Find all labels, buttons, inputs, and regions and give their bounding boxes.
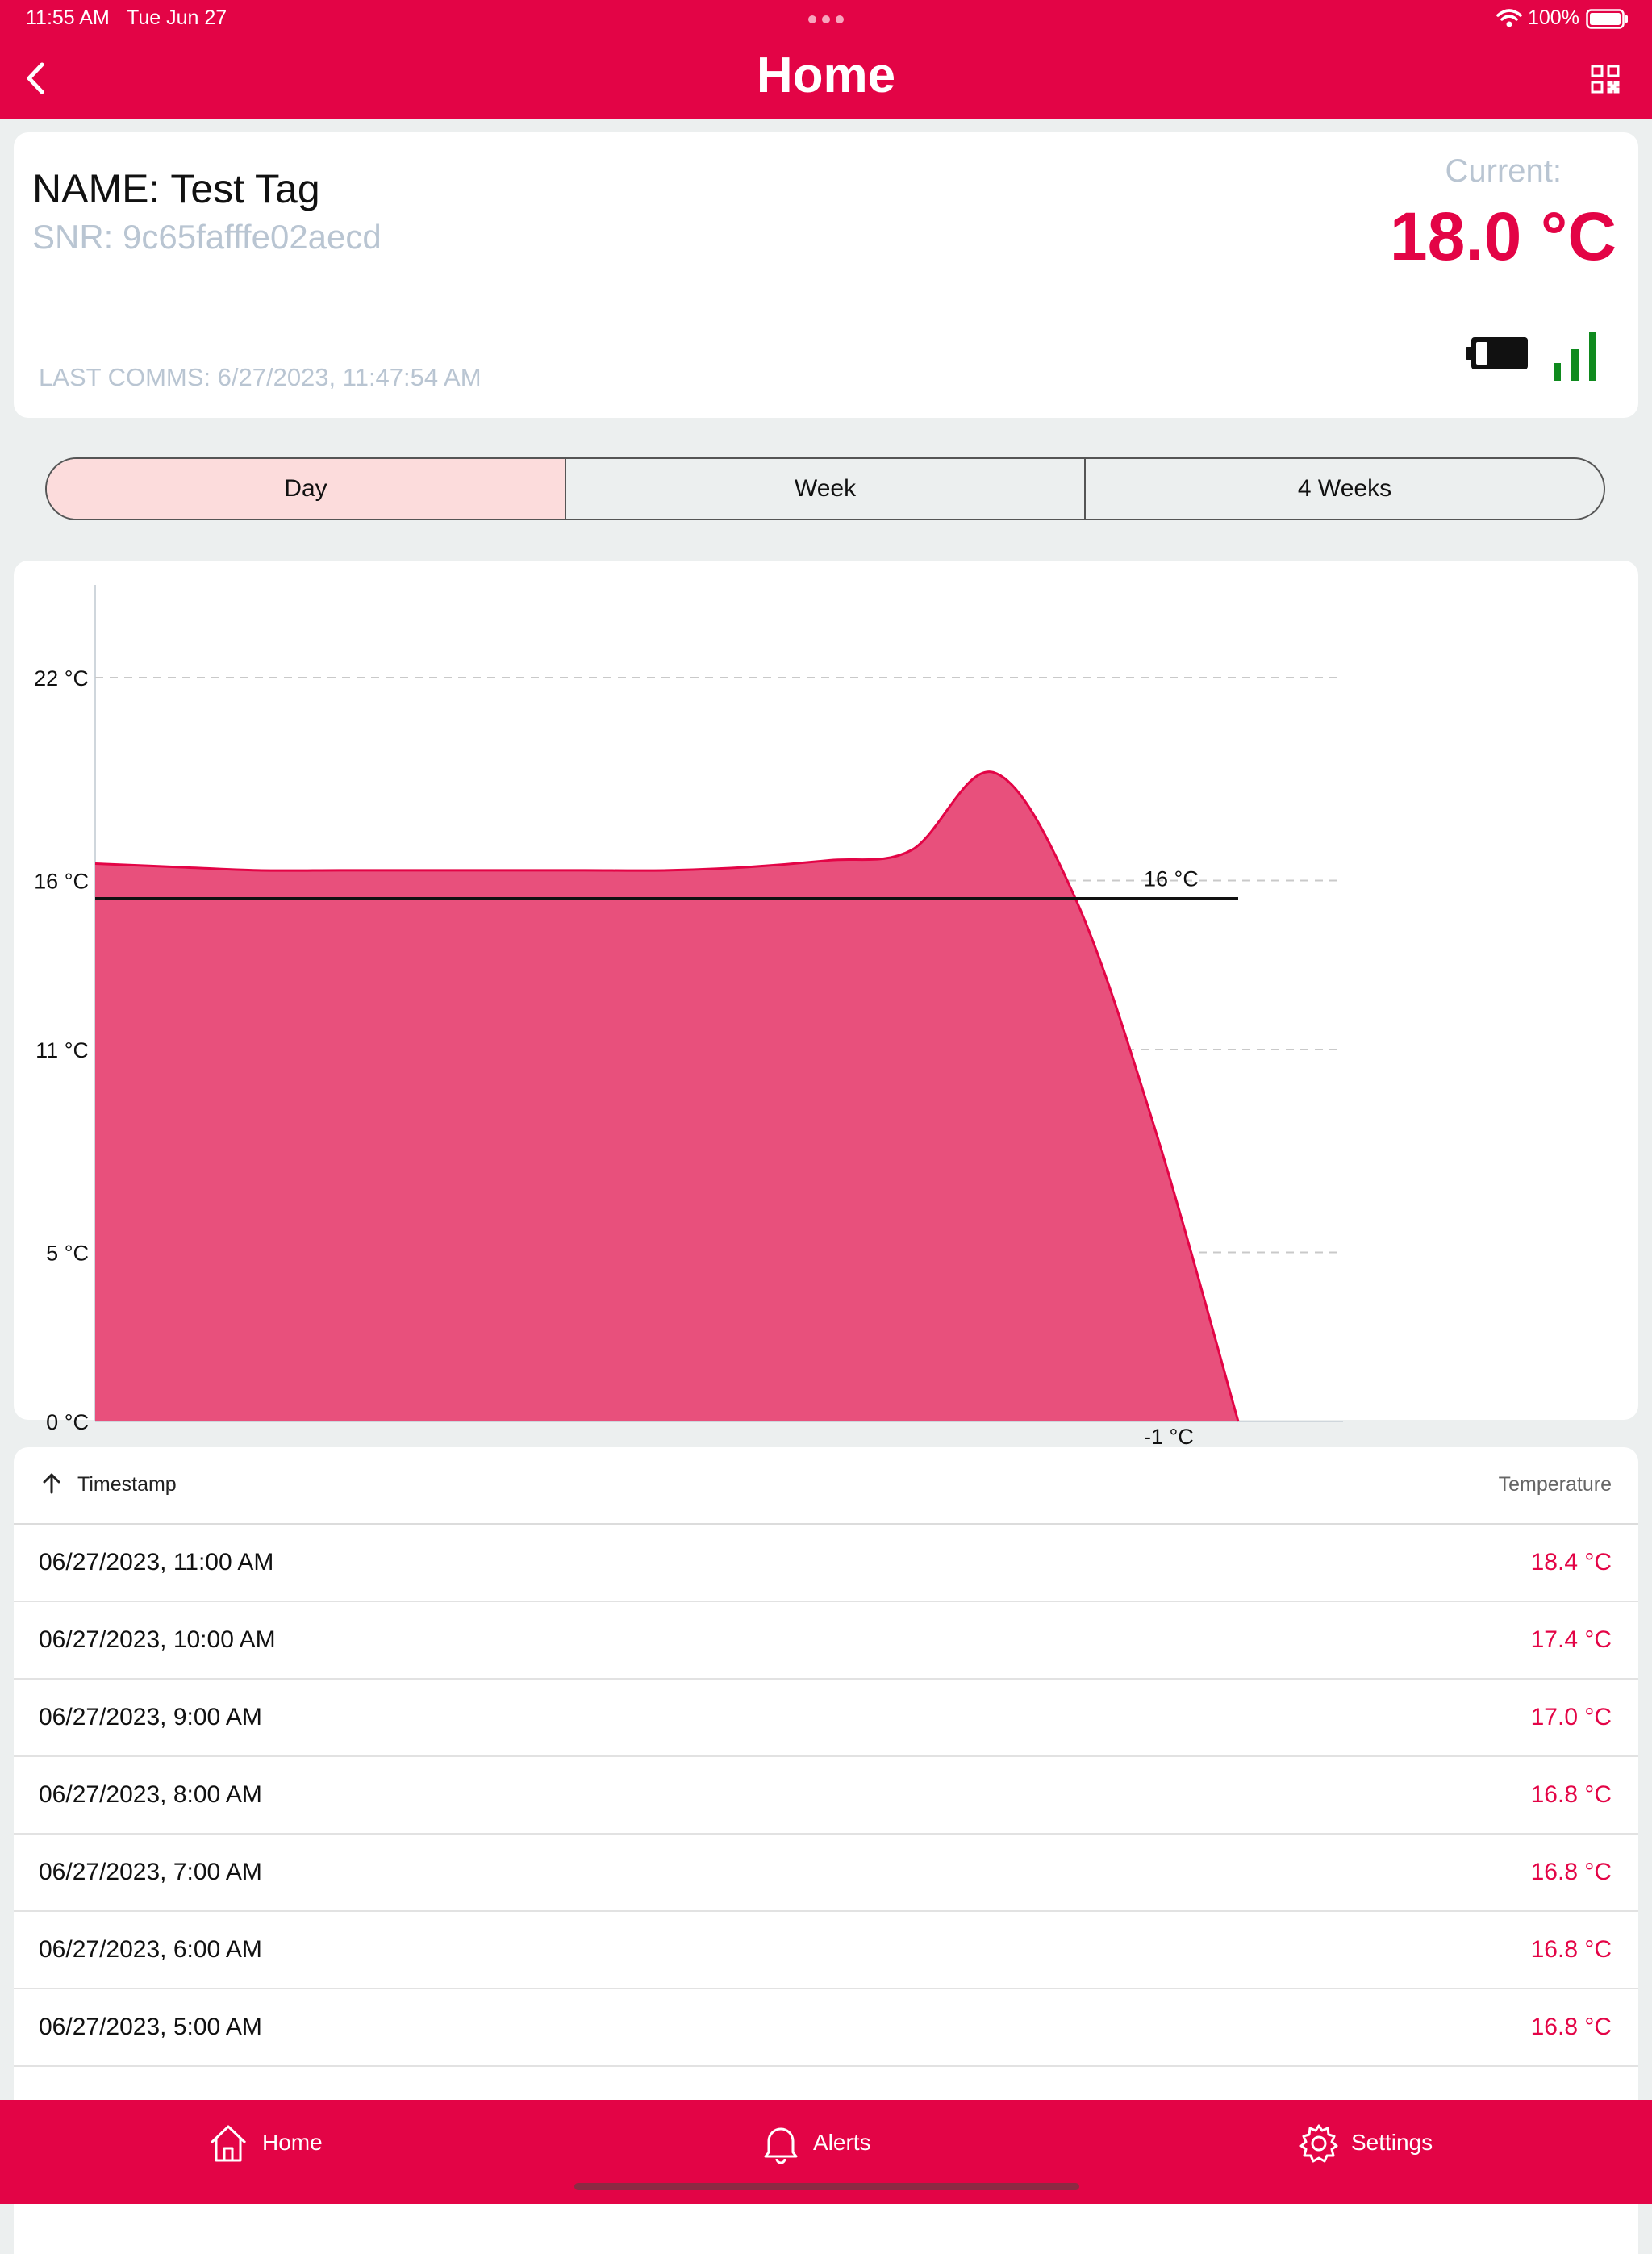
page-title: Home: [756, 48, 896, 103]
segment-day[interactable]: Day: [47, 459, 566, 519]
status-time: 11:55 AM: [26, 6, 110, 29]
table-row[interactable]: 06/27/2023, 10:00 AM 17.4 °C: [14, 1602, 1638, 1680]
last-comms: LAST COMMS: 6/27/2023, 11:47:54 AM: [39, 363, 482, 391]
table-row[interactable]: 06/27/2023, 5:00 AM 16.8 °C: [14, 1989, 1638, 2067]
y-tick-label: 5 °C: [46, 1241, 89, 1265]
row-timestamp: 06/27/2023, 6:00 AM: [39, 1936, 262, 1963]
qr-code-icon[interactable]: [1591, 65, 1620, 98]
current-temperature: 18.0 °C: [1389, 198, 1617, 274]
gear-icon[interactable]: [1299, 2123, 1339, 2168]
row-temperature: 17.4 °C: [1530, 1626, 1612, 1653]
min-value-label: -1 °C: [1144, 1425, 1194, 1449]
table-row[interactable]: 06/27/2023, 6:00 AM 16.8 °C: [14, 1912, 1638, 1989]
current-label: Current:: [1445, 153, 1562, 189]
battery-percent: 100%: [1528, 6, 1579, 29]
reference-line-label: 16 °C: [1144, 866, 1199, 891]
tag-serial-number: SNR: 9c65fafffe02aecd: [32, 218, 382, 256]
row-temperature: 18.4 °C: [1530, 1549, 1612, 1576]
row-temperature: 16.8 °C: [1530, 1781, 1612, 1808]
signal-strength-icon: [1552, 331, 1600, 386]
sort-ascending-icon[interactable]: [42, 1473, 61, 1498]
row-temperature: 17.0 °C: [1530, 1704, 1612, 1730]
row-temperature: 16.8 °C: [1530, 1936, 1612, 1963]
bell-icon[interactable]: [762, 2123, 799, 2168]
row-temperature: 16.8 °C: [1530, 2014, 1612, 2040]
segment-4-weeks[interactable]: 4 Weeks: [1086, 459, 1604, 519]
status-date: Tue Jun 27: [127, 6, 227, 29]
row-temperature: 16.8 °C: [1530, 1859, 1612, 1885]
y-tick-label: 11 °C: [35, 1038, 89, 1062]
row-timestamp: 06/27/2023, 5:00 AM: [39, 2014, 262, 2040]
tag-name: NAME: Test Tag: [32, 166, 320, 211]
row-timestamp: 06/27/2023, 10:00 AM: [39, 1626, 276, 1653]
home-indicator: [574, 2183, 1079, 2190]
row-timestamp: 06/27/2023, 8:00 AM: [39, 1781, 262, 1808]
column-header-timestamp[interactable]: Timestamp: [77, 1473, 177, 1496]
table-row[interactable]: 06/27/2023, 9:00 AM 17.0 °C: [14, 1680, 1638, 1757]
row-timestamp: 06/27/2023, 7:00 AM: [39, 1859, 262, 1885]
wifi-icon: [1496, 9, 1522, 32]
table-row[interactable]: 06/27/2023, 8:00 AM 16.8 °C: [14, 1757, 1638, 1835]
period-segmented-control: Day Week 4 Weeks: [45, 457, 1605, 520]
home-icon[interactable]: [208, 2123, 248, 2168]
tab-alerts[interactable]: Alerts: [813, 2130, 871, 2156]
row-timestamp: 06/27/2023, 9:00 AM: [39, 1704, 262, 1730]
y-tick-label: 16 °C: [34, 869, 89, 893]
multitask-dots-icon[interactable]: [807, 14, 845, 28]
battery-low-icon: [1465, 334, 1529, 377]
battery-icon: [1586, 9, 1629, 33]
table-header: [14, 1447, 1638, 1525]
tab-settings[interactable]: Settings: [1351, 2130, 1433, 2156]
segment-week[interactable]: Week: [566, 459, 1086, 519]
temperature-chart: 22 °C 16 °C 11 °C 5 °C 0 °C 16 °C -1 °C: [34, 585, 1343, 1449]
table-row[interactable]: 06/27/2023, 7:00 AM 16.8 °C: [14, 1835, 1638, 1912]
row-timestamp: 06/27/2023, 11:00 AM: [39, 1549, 274, 1576]
y-tick-label: 0 °C: [46, 1410, 89, 1434]
y-tick-label: 22 °C: [34, 666, 89, 691]
column-header-temperature[interactable]: Temperature: [1499, 1473, 1612, 1496]
tab-home[interactable]: Home: [262, 2130, 323, 2156]
table-row[interactable]: 06/27/2023, 11:00 AM 18.4 °C: [14, 1525, 1638, 1602]
